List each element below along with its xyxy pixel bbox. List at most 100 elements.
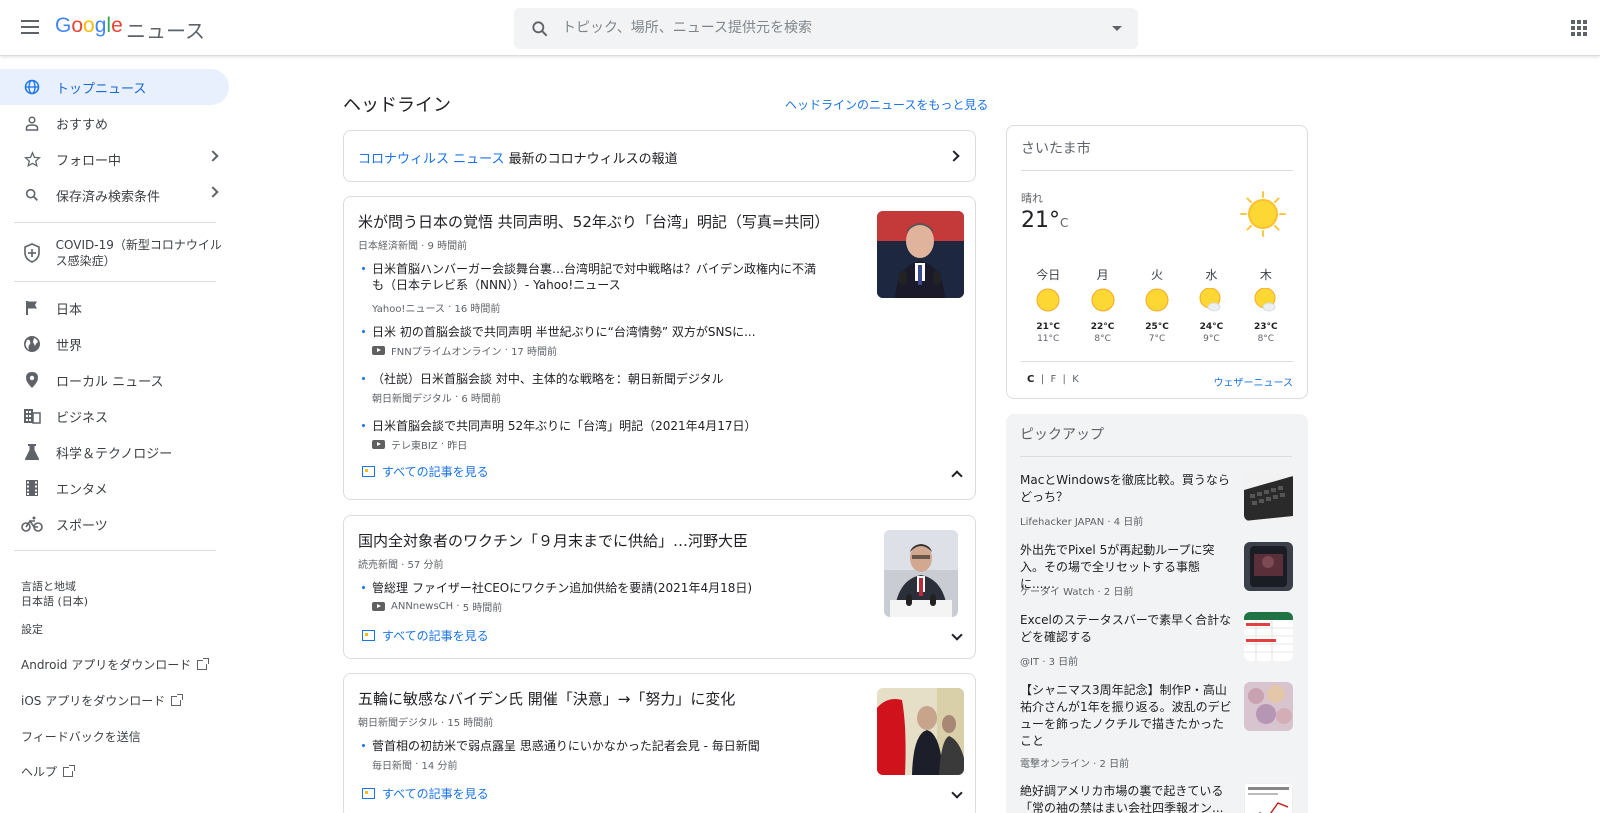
pickup-item-time: 4 日前 <box>1113 517 1144 528</box>
sidebar-item-japan[interactable]: 日本 <box>0 290 229 326</box>
partly-sunny-icon <box>1254 287 1276 312</box>
weather-card[interactable]: さいたま市 晴れ 21°C 今日 21°C 11°C 月 22°C 8°C 火 … <box>1006 125 1308 399</box>
pickup-thumbnail[interactable] <box>1244 783 1293 813</box>
sub-article-title[interactable]: 日米首脳ハンバーガー会談舞台裏…台湾明記で対中戦略は？バイデン政権内に不満も（日… <box>372 261 827 293</box>
sidebar-item-covid[interactable]: COVID-19（新型コロナウイルス感染症） <box>0 231 229 275</box>
story-source[interactable]: 読売新聞 <box>358 560 398 571</box>
pickup-item-source[interactable]: Lifehacker JAPAN <box>1020 517 1104 528</box>
pickup-item-title[interactable]: Excelのステータスバーで素早く合計などを確認する <box>1020 612 1234 646</box>
video-icon <box>372 440 385 449</box>
story-source[interactable]: 日本経済新聞 <box>358 241 418 252</box>
story-source[interactable]: 朝日新聞デジタル <box>358 718 438 729</box>
story-thumbnail[interactable] <box>877 688 964 775</box>
help-link[interactable]: ヘルプ <box>21 763 76 780</box>
search-icon[interactable] <box>530 19 550 39</box>
expand-icon[interactable] <box>951 787 963 799</box>
sub-article-title[interactable]: 日米 初の首脳会談で共同声明 半世紀ぶりに“台湾情勢” 双方がSNSに... <box>372 324 827 340</box>
android-app-link[interactable]: Android アプリをダウンロード <box>21 656 210 673</box>
sub-article-meta: Yahoo!ニュース · 16 時間前 <box>372 300 501 315</box>
unit-fahrenheit[interactable]: F <box>1050 374 1056 385</box>
sidebar-item-top-news[interactable]: トップニュース <box>0 69 229 105</box>
pickup-thumbnail[interactable] <box>1244 472 1293 521</box>
pickup-item-source[interactable]: ケータイ Watch <box>1020 587 1094 598</box>
sub-article-source[interactable]: FNNプライムオンライン <box>391 343 502 358</box>
help-label: ヘルプ <box>21 765 58 779</box>
search-options-dropdown-icon[interactable] <box>1112 26 1122 31</box>
sidebar-item-business[interactable]: ビジネス <box>0 398 229 434</box>
sub-article-title[interactable]: 菅首相の初訪米で弱点露呈 思惑通りにいかなかった記者会見 - 毎日新聞 <box>372 738 827 754</box>
send-feedback-link[interactable]: フィードバックを送信 <box>21 728 141 745</box>
world-icon <box>20 332 44 356</box>
story-title[interactable]: 国内全対象者のワクチン「９月末までに供給」…河野大臣 <box>358 530 748 551</box>
see-all-articles-link[interactable]: すべての記事を見る <box>362 463 489 480</box>
pickup-item-title[interactable]: MacとWindowsを徹底比較。買うならどっち？ <box>1020 472 1234 506</box>
sub-article-title[interactable]: 日米首脳会談で共同声明 52年ぶりに「台湾」明記（2021年4月17日） <box>372 418 827 434</box>
story-title[interactable]: 五輪に敏感なバイデン氏 開催「決意」→「努力」に変化 <box>358 688 735 709</box>
pickup-item-title[interactable]: 【シャニマス3周年記念】制作P・高山祐介さんが1年を振り返る。波乱のデビューを飾… <box>1020 682 1234 750</box>
external-link-icon <box>171 694 184 706</box>
sub-article-source[interactable]: テレ東BIZ <box>391 437 438 452</box>
sidebar: トップニュース おすすめ フォロー中 保存済み検索条件 COVID-19（新型コ… <box>0 56 240 813</box>
settings-link[interactable]: 設定 <box>21 621 43 637</box>
pickup-item[interactable]: 絶好調アメリカ市場の裏で起きている「常の袖の禁はまい会社四季報オン... <box>1020 783 1294 813</box>
sub-article-title[interactable]: （社説）日米首脳会談 対中、主体的な戦略を：朝日新聞デジタル <box>372 371 827 387</box>
story-time: 57 分前 <box>407 560 444 571</box>
expand-icon[interactable] <box>951 629 963 641</box>
sub-article-source[interactable]: Yahoo!ニュース <box>372 300 445 315</box>
sidebar-item-label: ビジネス <box>56 410 109 426</box>
story-title[interactable]: 米が問う日本の覚悟 共同声明、52年ぶり「台湾」明記（写真=共同） <box>358 211 829 232</box>
language-region-value[interactable]: 日本語 (日本) <box>21 593 88 609</box>
sidebar-item-science-tech[interactable]: 科学＆テクノロジー <box>0 434 229 470</box>
ios-app-link[interactable]: iOS アプリをダウンロード <box>21 692 184 709</box>
story-thumbnail[interactable] <box>877 211 964 298</box>
search-input[interactable] <box>562 16 1082 40</box>
sidebar-item-for-you[interactable]: おすすめ <box>0 105 229 141</box>
pickup-item-source[interactable]: @IT <box>1020 657 1039 668</box>
pickup-item-meta: ケータイ Watch · 2 日前 <box>1020 587 1134 598</box>
unit-celsius[interactable]: C <box>1027 374 1034 385</box>
sub-article-source[interactable]: 朝日新聞デジタル <box>372 390 452 405</box>
pickup-thumbnail[interactable] <box>1244 542 1293 591</box>
collapse-icon[interactable] <box>951 470 963 482</box>
pickup-item[interactable]: 【シャニマス3周年記念】制作P・高山祐介さんが1年を振り返る。波乱のデビューを飾… <box>1020 682 1294 774</box>
sidebar-item-entertainment[interactable]: エンタメ <box>0 470 229 506</box>
sub-article-source[interactable]: 毎日新聞 <box>372 757 412 772</box>
unit-kelvin[interactable]: K <box>1072 374 1079 385</box>
pickup-item[interactable]: Excelのステータスバーで素早く合計などを確認する @IT · 3 日前 <box>1020 612 1294 672</box>
see-all-articles-link[interactable]: すべての記事を見る <box>362 627 489 644</box>
pickup-thumbnail[interactable] <box>1244 612 1293 661</box>
pickup-thumbnail[interactable] <box>1244 682 1293 731</box>
pickup-item[interactable]: MacとWindowsを徹底比較。買うならどっち？ Lifehacker JAP… <box>1020 472 1294 532</box>
sub-article-title[interactable]: 管総理 ファイザー社CEOにワクチン追加供給を要請(2021年4月18日) <box>372 580 827 596</box>
headlines-heading: ヘッドライン <box>343 95 451 116</box>
covid-news-card[interactable]: コロナウィルス ニュース 最新のコロナウィルスの報道 <box>343 130 976 182</box>
language-region-label[interactable]: 言語と地域 <box>21 578 76 594</box>
sidebar-item-local[interactable]: ローカル ニュース <box>0 362 229 398</box>
more-headlines-link[interactable]: ヘッドラインのニュースをもっと見る <box>785 96 988 113</box>
sub-article-source[interactable]: ANNnewsCH <box>391 601 453 612</box>
pickup-item-source[interactable]: 電撃オンライン <box>1020 759 1090 770</box>
sidebar-item-label: COVID-19（新型コロナウイルス感染症） <box>55 238 222 268</box>
logo-letter: g <box>94 14 107 37</box>
sub-article-meta: テレ東BIZ · 昨日 <box>372 437 467 452</box>
see-all-articles-link[interactable]: すべての記事を見る <box>362 785 489 802</box>
apps-grid-icon[interactable] <box>1571 20 1587 36</box>
product-name[interactable]: ニュース <box>126 15 205 44</box>
sidebar-item-label: 日本 <box>56 302 83 318</box>
pickup-item-title[interactable]: 絶好調アメリカ市場の裏で起きている「常の袖の禁はまい会社四季報オン... <box>1020 783 1234 813</box>
google-logo[interactable]: Google <box>55 14 123 38</box>
sub-article-time: 5 時間前 <box>462 603 503 614</box>
search-box[interactable] <box>514 8 1138 49</box>
forecast-high: 25°C <box>1145 322 1169 332</box>
sidebar-item-saved-searches[interactable]: 保存済み検索条件 <box>0 177 229 213</box>
shield-icon <box>20 241 44 265</box>
pickup-item[interactable]: 外出先でPixel 5が再起動ループに突入。その場で全リセットする事態に....… <box>1020 542 1294 602</box>
sidebar-item-sports[interactable]: スポーツ <box>0 506 229 542</box>
sidebar-item-following[interactable]: フォロー中 <box>0 141 229 177</box>
divider <box>1021 170 1293 171</box>
menu-icon[interactable] <box>18 16 42 40</box>
weather-news-link[interactable]: ウェザーニュース <box>1214 374 1294 389</box>
person-icon <box>20 111 44 135</box>
story-thumbnail[interactable] <box>884 530 958 617</box>
sidebar-item-world[interactable]: 世界 <box>0 326 229 362</box>
